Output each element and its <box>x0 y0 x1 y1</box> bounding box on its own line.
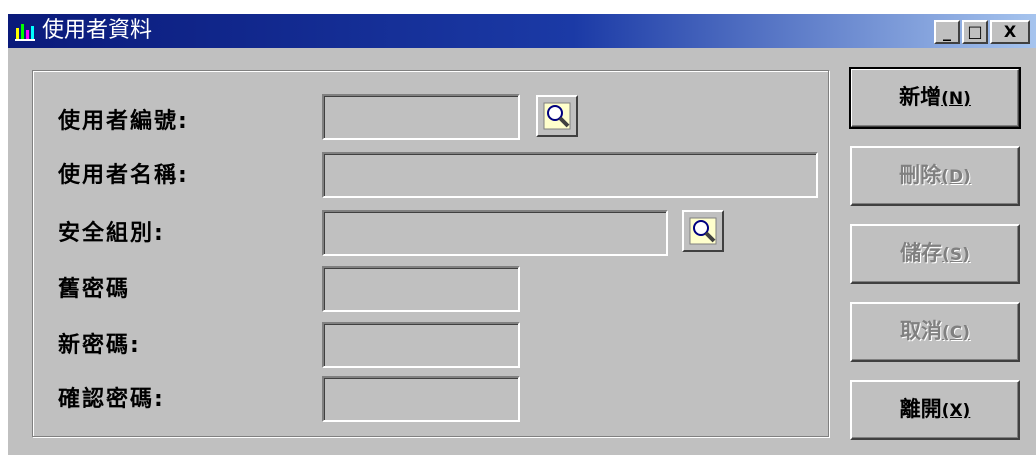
security-group-label: 安全組別: <box>58 221 165 246</box>
delete-button-hotkey: (D) <box>941 167 971 187</box>
exit-button[interactable]: 離開(X) <box>850 380 1020 440</box>
user-id-label: 使用者編號: <box>58 109 189 134</box>
new-password-input[interactable] <box>322 322 520 368</box>
delete-button-label: 刪除 <box>899 163 942 187</box>
window-title: 使用者資料 <box>42 18 153 43</box>
exit-button-hotkey: (X) <box>941 401 971 421</box>
user-id-input[interactable] <box>322 94 520 140</box>
minimize-button[interactable]: _ <box>934 20 960 44</box>
user-id-lookup-button[interactable] <box>536 95 578 137</box>
save-button-label: 儲存 <box>900 241 943 265</box>
title-bar[interactable]: 使用者資料 _ □ X <box>8 14 1036 48</box>
user-data-window: 使用者資料 _ □ X 使用者編號: 使用者名稱: 安全組別: 舊密碼 新密碼:… <box>8 14 1036 455</box>
close-button[interactable]: X <box>990 20 1030 44</box>
cancel-button-label: 取消 <box>899 319 942 343</box>
exit-button-label: 離開 <box>899 397 942 421</box>
security-group-input[interactable] <box>322 210 668 256</box>
user-name-label: 使用者名稱: <box>58 163 189 188</box>
confirm-password-label: 確認密碼: <box>58 387 165 412</box>
cancel-button[interactable]: 取消(C) <box>850 302 1020 362</box>
add-button-label: 新增 <box>899 85 942 109</box>
confirm-password-input[interactable] <box>322 376 520 422</box>
add-button[interactable]: 新增(N) <box>849 67 1021 129</box>
magnifier-icon <box>543 102 571 130</box>
cancel-button-hotkey: (C) <box>941 323 970 343</box>
bar-chart-icon <box>15 24 35 41</box>
user-name-input[interactable] <box>322 152 818 198</box>
maximize-button[interactable]: □ <box>962 20 988 44</box>
old-password-label: 舊密碼 <box>58 277 131 302</box>
new-password-label: 新密碼: <box>58 333 141 358</box>
save-button-hotkey: (S) <box>942 245 970 265</box>
save-button[interactable]: 儲存(S) <box>850 224 1020 284</box>
magnifier-icon <box>689 217 717 245</box>
delete-button[interactable]: 刪除(D) <box>850 146 1020 206</box>
add-button-hotkey: (N) <box>941 89 971 109</box>
old-password-input[interactable] <box>322 266 520 312</box>
security-group-lookup-button[interactable] <box>682 210 724 252</box>
